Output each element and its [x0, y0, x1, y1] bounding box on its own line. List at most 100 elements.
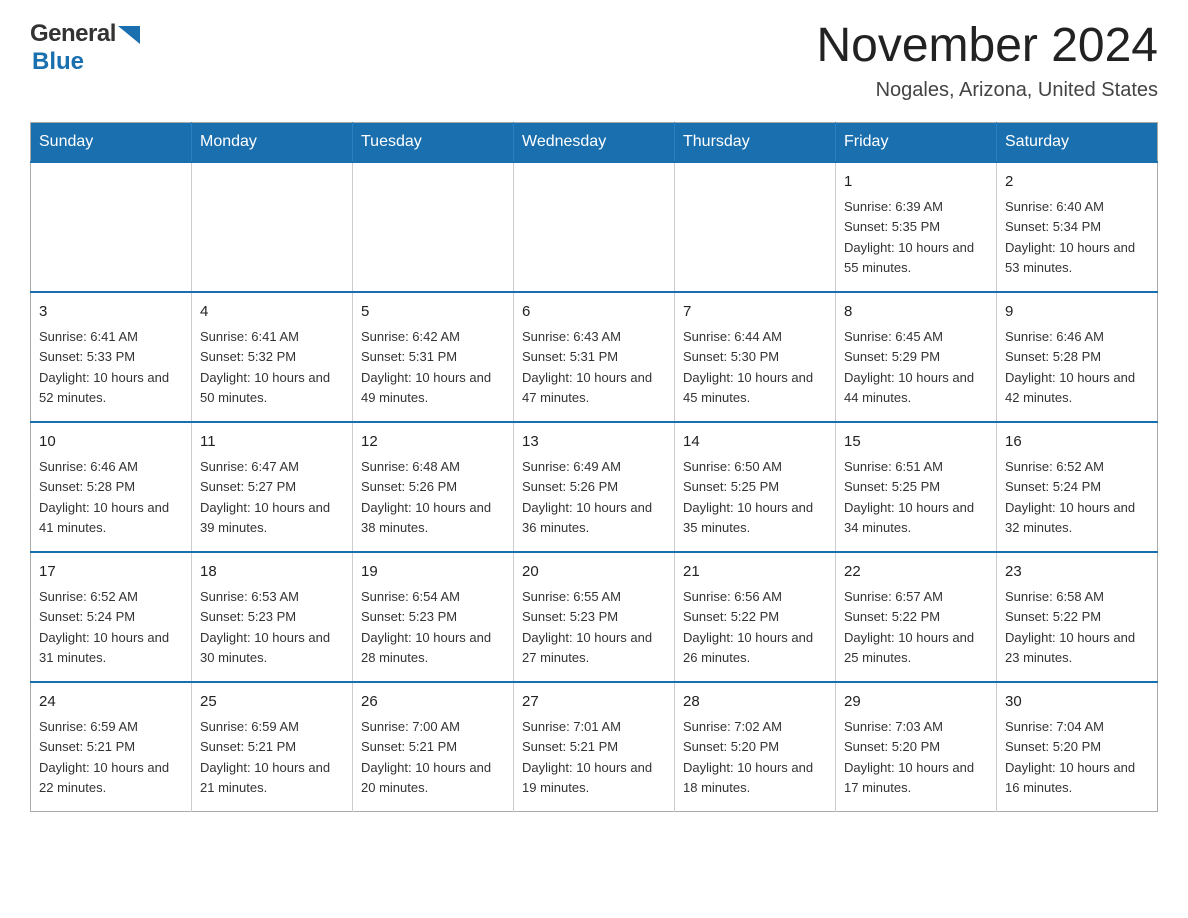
column-header-friday: Friday: [836, 122, 997, 162]
calendar-cell: 4 Sunrise: 6:41 AMSunset: 5:32 PMDaylight…: [192, 292, 353, 422]
day-number: 11: [200, 431, 344, 454]
day-info: Sunrise: 6:46 AMSunset: 5:28 PMDaylight:…: [1005, 327, 1149, 408]
day-number: 6: [522, 301, 666, 324]
logo-blue-text: Blue: [32, 48, 84, 75]
day-number: 26: [361, 691, 505, 714]
week-row-2: 3Sunrise: 6:41 AMSunset: 5:33 PMDaylight…: [31, 292, 1158, 422]
day-info: Sunrise: 6:46 AMSunset: 5:28 PMDaylight:…: [39, 457, 183, 538]
day-info: Sunrise: 6:43 AMSunset: 5:31 PMDaylight:…: [522, 327, 666, 408]
day-info: Sunrise: 6:53 AMSunset: 5:23 PMDaylight:…: [200, 587, 344, 668]
logo-general-text: General: [30, 20, 116, 48]
day-info: Sunrise: 6:50 AMSunset: 5:25 PMDaylight:…: [683, 457, 827, 538]
calendar-table: SundayMondayTuesdayWednesdayThursdayFrid…: [30, 122, 1158, 813]
day-number: 22: [844, 561, 988, 584]
day-info: Sunrise: 7:03 AMSunset: 5:20 PMDaylight:…: [844, 717, 988, 798]
calendar-cell: 27 Sunrise: 7:01 AMSunset: 5:21 PMDayligh…: [514, 682, 675, 812]
day-number: 23: [1005, 561, 1149, 584]
calendar-cell: 3Sunrise: 6:41 AMSunset: 5:33 PMDaylight…: [31, 292, 192, 422]
day-number: 30: [1005, 691, 1149, 714]
calendar-cell: 23 Sunrise: 6:58 AMSunset: 5:22 PMDayligh…: [997, 552, 1158, 682]
logo: General Blue: [30, 20, 140, 76]
day-number: 4: [200, 301, 344, 324]
day-number: 5: [361, 301, 505, 324]
calendar-cell: [514, 162, 675, 292]
calendar-cell: 12Sunrise: 6:48 AMSunset: 5:26 PMDayligh…: [353, 422, 514, 552]
calendar-cell: [353, 162, 514, 292]
day-number: 15: [844, 431, 988, 454]
calendar-cell: 7Sunrise: 6:44 AMSunset: 5:30 PMDaylight…: [675, 292, 836, 422]
day-number: 2: [1005, 171, 1149, 194]
calendar-cell: 28 Sunrise: 7:02 AMSunset: 5:20 PMDayligh…: [675, 682, 836, 812]
day-number: 24: [39, 691, 183, 714]
week-row-4: 17 Sunrise: 6:52 AMSunset: 5:24 PMDayligh…: [31, 552, 1158, 682]
day-info: Sunrise: 6:49 AMSunset: 5:26 PMDaylight:…: [522, 457, 666, 538]
day-number: 28: [683, 691, 827, 714]
calendar-cell: 15 Sunrise: 6:51 AMSunset: 5:25 PMDayligh…: [836, 422, 997, 552]
calendar-cell: 17 Sunrise: 6:52 AMSunset: 5:24 PMDayligh…: [31, 552, 192, 682]
day-info: Sunrise: 6:57 AMSunset: 5:22 PMDaylight:…: [844, 587, 988, 668]
calendar-cell: 6 Sunrise: 6:43 AMSunset: 5:31 PMDaylight…: [514, 292, 675, 422]
column-header-tuesday: Tuesday: [353, 122, 514, 162]
day-number: 18: [200, 561, 344, 584]
calendar-cell: 8Sunrise: 6:45 AMSunset: 5:29 PMDaylight…: [836, 292, 997, 422]
day-number: 21: [683, 561, 827, 584]
day-number: 13: [522, 431, 666, 454]
calendar-cell: 9 Sunrise: 6:46 AMSunset: 5:28 PMDaylight…: [997, 292, 1158, 422]
calendar-cell: 13 Sunrise: 6:49 AMSunset: 5:26 PMDayligh…: [514, 422, 675, 552]
calendar-cell: 25Sunrise: 6:59 AMSunset: 5:21 PMDayligh…: [192, 682, 353, 812]
calendar-cell: 22 Sunrise: 6:57 AMSunset: 5:22 PMDayligh…: [836, 552, 997, 682]
day-number: 12: [361, 431, 505, 454]
day-info: Sunrise: 6:55 AMSunset: 5:23 PMDaylight:…: [522, 587, 666, 668]
day-number: 3: [39, 301, 183, 324]
calendar-title: November 2024: [816, 20, 1158, 73]
title-area: November 2024 Nogales, Arizona, United S…: [816, 20, 1158, 102]
column-header-saturday: Saturday: [997, 122, 1158, 162]
calendar-cell: 11Sunrise: 6:47 AMSunset: 5:27 PMDayligh…: [192, 422, 353, 552]
day-number: 17: [39, 561, 183, 584]
day-info: Sunrise: 6:52 AMSunset: 5:24 PMDaylight:…: [39, 587, 183, 668]
day-info: Sunrise: 6:59 AMSunset: 5:21 PMDaylight:…: [39, 717, 183, 798]
day-info: Sunrise: 7:00 AMSunset: 5:21 PMDaylight:…: [361, 717, 505, 798]
calendar-cell: 20 Sunrise: 6:55 AMSunset: 5:23 PMDayligh…: [514, 552, 675, 682]
day-number: 16: [1005, 431, 1149, 454]
day-number: 27: [522, 691, 666, 714]
day-number: 9: [1005, 301, 1149, 324]
day-number: 19: [361, 561, 505, 584]
week-row-3: 10 Sunrise: 6:46 AMSunset: 5:28 PMDayligh…: [31, 422, 1158, 552]
day-info: Sunrise: 7:01 AMSunset: 5:21 PMDaylight:…: [522, 717, 666, 798]
calendar-cell: 16 Sunrise: 6:52 AMSunset: 5:24 PMDayligh…: [997, 422, 1158, 552]
day-info: Sunrise: 6:41 AMSunset: 5:32 PMDaylight:…: [200, 327, 344, 408]
day-info: Sunrise: 7:04 AMSunset: 5:20 PMDaylight:…: [1005, 717, 1149, 798]
day-number: 20: [522, 561, 666, 584]
calendar-cell: 5 Sunrise: 6:42 AMSunset: 5:31 PMDaylight…: [353, 292, 514, 422]
day-number: 14: [683, 431, 827, 454]
day-info: Sunrise: 6:52 AMSunset: 5:24 PMDaylight:…: [1005, 457, 1149, 538]
logo-triangle-icon: [118, 26, 140, 44]
column-header-sunday: Sunday: [31, 122, 192, 162]
calendar-cell: [675, 162, 836, 292]
day-number: 8: [844, 301, 988, 324]
calendar-cell: 10 Sunrise: 6:46 AMSunset: 5:28 PMDayligh…: [31, 422, 192, 552]
calendar-cell: 24 Sunrise: 6:59 AMSunset: 5:21 PMDayligh…: [31, 682, 192, 812]
day-number: 29: [844, 691, 988, 714]
day-info: Sunrise: 6:59 AMSunset: 5:21 PMDaylight:…: [200, 717, 344, 798]
day-info: Sunrise: 6:54 AMSunset: 5:23 PMDaylight:…: [361, 587, 505, 668]
column-header-monday: Monday: [192, 122, 353, 162]
column-header-thursday: Thursday: [675, 122, 836, 162]
week-row-5: 24 Sunrise: 6:59 AMSunset: 5:21 PMDayligh…: [31, 682, 1158, 812]
day-info: Sunrise: 6:42 AMSunset: 5:31 PMDaylight:…: [361, 327, 505, 408]
day-number: 10: [39, 431, 183, 454]
day-info: Sunrise: 6:39 AMSunset: 5:35 PMDaylight:…: [844, 197, 988, 278]
column-header-wednesday: Wednesday: [514, 122, 675, 162]
day-info: Sunrise: 6:58 AMSunset: 5:22 PMDaylight:…: [1005, 587, 1149, 668]
calendar-cell: 21Sunrise: 6:56 AMSunset: 5:22 PMDayligh…: [675, 552, 836, 682]
calendar-cell: 2Sunrise: 6:40 AMSunset: 5:34 PMDaylight…: [997, 162, 1158, 292]
day-info: Sunrise: 6:44 AMSunset: 5:30 PMDaylight:…: [683, 327, 827, 408]
day-info: Sunrise: 6:51 AMSunset: 5:25 PMDaylight:…: [844, 457, 988, 538]
day-number: 1: [844, 171, 988, 194]
day-info: Sunrise: 7:02 AMSunset: 5:20 PMDaylight:…: [683, 717, 827, 798]
calendar-cell: 30 Sunrise: 7:04 AMSunset: 5:20 PMDayligh…: [997, 682, 1158, 812]
calendar-cell: 19 Sunrise: 6:54 AMSunset: 5:23 PMDayligh…: [353, 552, 514, 682]
calendar-subtitle: Nogales, Arizona, United States: [816, 79, 1158, 102]
calendar-cell: 29 Sunrise: 7:03 AMSunset: 5:20 PMDayligh…: [836, 682, 997, 812]
